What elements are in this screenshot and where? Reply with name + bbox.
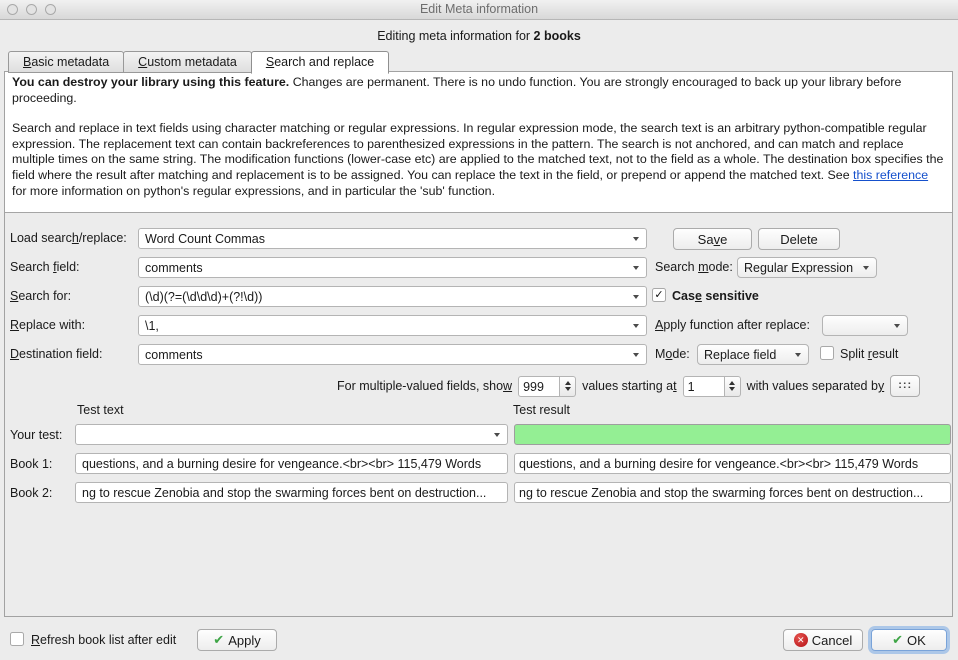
search-for-combo[interactable]: (\d)(?=(\d\d\d)+(?!\d))	[138, 286, 647, 307]
help-paragraph: Search and replace in text fields using …	[12, 121, 944, 198]
close-window-button[interactable]	[7, 4, 18, 15]
book1-test-input[interactable]: questions, and a burning desire for veng…	[75, 453, 508, 474]
spin-down-icon	[564, 387, 571, 392]
separator-button[interactable]: :::	[890, 375, 921, 397]
search-mode-label: Search mode:	[655, 260, 733, 274]
show-values-spinner[interactable]: 999	[518, 375, 577, 397]
dropdown-arrow-icon	[863, 266, 869, 270]
book2-test-result: ng to rescue Zenobia and stop the swarmi…	[514, 482, 951, 503]
zoom-window-button[interactable]	[45, 4, 56, 15]
case-sensitive-checkbox[interactable]: ✓	[652, 288, 666, 302]
save-button[interactable]: Sa v e	[673, 228, 752, 250]
show-values-label: For multiple-valued fields, show	[337, 379, 513, 393]
dialog-header: Editing meta information for 2 books	[0, 29, 958, 43]
your-test-input[interactable]	[75, 424, 508, 445]
window-title: Edit Meta information	[419, 2, 539, 16]
split-result-label: Split result	[840, 347, 899, 361]
check-icon: ✔	[213, 632, 225, 647]
spin-up-icon	[564, 380, 571, 385]
tab-basic-metadata[interactable]: Basic metadata	[8, 51, 125, 73]
load-search-replace-combo[interactable]: Word Count Commas	[138, 228, 647, 249]
delete-button[interactable]: Delete	[758, 228, 840, 250]
tab-search-and-replace[interactable]: Search and replace	[250, 51, 390, 74]
cancel-icon: ✕	[793, 633, 808, 647]
tab-bar: Basic metadata Custom metadata Search an…	[8, 51, 390, 74]
dialog-header-text: Editing meta information for	[377, 29, 534, 43]
check-icon: ✔	[892, 632, 904, 647]
cancel-button[interactable]: ✕ Cancel	[783, 629, 863, 651]
title-bar: Edit Meta information	[0, 0, 958, 20]
dropdown-arrow-icon	[633, 237, 639, 241]
mode-combo[interactable]: Replace field	[697, 344, 809, 365]
search-field-label: Search field:	[10, 260, 80, 274]
mode-label: Mode:	[655, 347, 690, 361]
spin-up-icon	[729, 380, 736, 385]
starting-at-spinner[interactable]: 1	[682, 375, 741, 397]
dropdown-arrow-icon	[633, 353, 639, 357]
dialog-header-bold: 2 books	[533, 29, 581, 43]
destination-field-combo[interactable]: comments	[138, 344, 647, 365]
dropdown-arrow-icon	[633, 324, 639, 328]
dropdown-arrow-icon	[633, 266, 639, 270]
refresh-book-list-label: Refresh book list after edit	[31, 633, 177, 647]
checkbox-check-icon: ✓	[654, 289, 664, 301]
dropdown-arrow-icon	[795, 353, 801, 357]
test-result-header: Test result	[513, 403, 570, 417]
separated-by-label: with values separated by	[746, 379, 885, 393]
book2-test-input[interactable]: ng to rescue Zenobia and stop the swarmi…	[75, 482, 508, 503]
split-result-checkbox[interactable]	[820, 346, 834, 360]
warning-paragraph: You can destroy your library using this …	[12, 75, 902, 105]
refresh-book-list-checkbox[interactable]	[10, 632, 24, 646]
dropdown-arrow-icon	[894, 324, 900, 328]
book1-test-result: questions, and a burning desire for veng…	[514, 453, 951, 474]
apply-button[interactable]: ✔ Apply	[197, 629, 277, 651]
window-controls	[7, 4, 56, 15]
destination-field-label: Destination field:	[10, 347, 103, 361]
search-field-combo[interactable]: comments	[138, 257, 647, 278]
starting-at-label: values starting at	[582, 379, 677, 393]
case-sensitive-label: Case sensitive	[672, 289, 759, 303]
your-test-label: Your test:	[10, 428, 63, 442]
spinner-arrows-icon[interactable]	[724, 375, 741, 397]
intro-text: You can destroy your library using this …	[5, 72, 952, 213]
search-mode-combo[interactable]: Regular Expression	[737, 257, 877, 278]
apply-function-label: Apply function after replace:	[655, 318, 810, 332]
replace-with-label: Replace with:	[10, 318, 86, 332]
spinner-arrows-icon[interactable]	[560, 375, 577, 397]
search-for-label: Search for:	[10, 289, 72, 303]
your-test-result	[514, 424, 951, 445]
ok-button[interactable]: ✔ OK	[871, 629, 947, 651]
reference-link[interactable]: this reference	[853, 168, 928, 182]
spin-down-icon	[729, 387, 736, 392]
dropdown-arrow-icon	[494, 433, 500, 437]
minimize-window-button[interactable]	[26, 4, 37, 15]
tab-custom-metadata[interactable]: Custom metadata	[123, 51, 252, 73]
book2-label: Book 2:	[10, 486, 53, 500]
replace-with-combo[interactable]: \1,	[138, 315, 647, 336]
dropdown-arrow-icon	[633, 295, 639, 299]
test-text-header: Test text	[77, 403, 124, 417]
load-search-replace-label: Load search/replace:	[10, 231, 127, 245]
apply-function-combo[interactable]	[822, 315, 908, 336]
book1-label: Book 1:	[10, 457, 53, 471]
multi-value-row: For multiple-valued fields, show 999 val…	[337, 375, 921, 397]
